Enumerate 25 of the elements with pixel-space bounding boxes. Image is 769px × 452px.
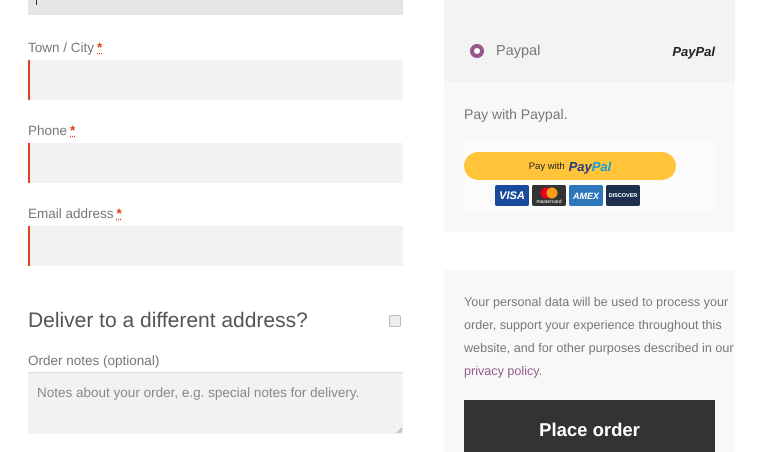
- paypal-button[interactable]: Pay with PayPal: [464, 152, 676, 180]
- place-order-button[interactable]: Place order: [464, 400, 715, 452]
- checkbox[interactable]: [389, 315, 401, 327]
- card-logo: VISA: [495, 185, 529, 206]
- section-heading: Deliver to a different address?: [28, 309, 308, 333]
- payment-method-label[interactable]: Paypal: [496, 43, 672, 59]
- field-label: Order notes (optional): [28, 353, 160, 368]
- privacy-policy-link[interactable]: privacy policy: [464, 364, 539, 378]
- payment-description: Pay with Paypal.: [464, 106, 568, 122]
- privacy-notice: Your personal data will be used to process your order, support your experience throughout this website, and for other purposes described in our privacy policy.: [464, 294, 735, 380]
- textarea-field[interactable]: Notes about your order, e.g. special notes for delivery.: [28, 372, 403, 434]
- resize-grip-icon[interactable]: [396, 427, 402, 433]
- input-field[interactable]: [28, 0, 403, 15]
- required-mark: *: [97, 40, 102, 56]
- required-mark: *: [70, 123, 76, 139]
- card-logo: AMEX: [569, 185, 603, 206]
- input-field[interactable]: [28, 60, 403, 100]
- required-mark: *: [116, 206, 122, 222]
- field-label: Phone: [28, 123, 68, 139]
- field-label: Email address: [28, 206, 114, 222]
- field-label: Town / City: [28, 40, 94, 56]
- input-field[interactable]: [28, 143, 403, 183]
- input-field[interactable]: [28, 226, 403, 266]
- paypal-logo: PayPal: [672, 44, 715, 58]
- radio-button[interactable]: [470, 44, 484, 58]
